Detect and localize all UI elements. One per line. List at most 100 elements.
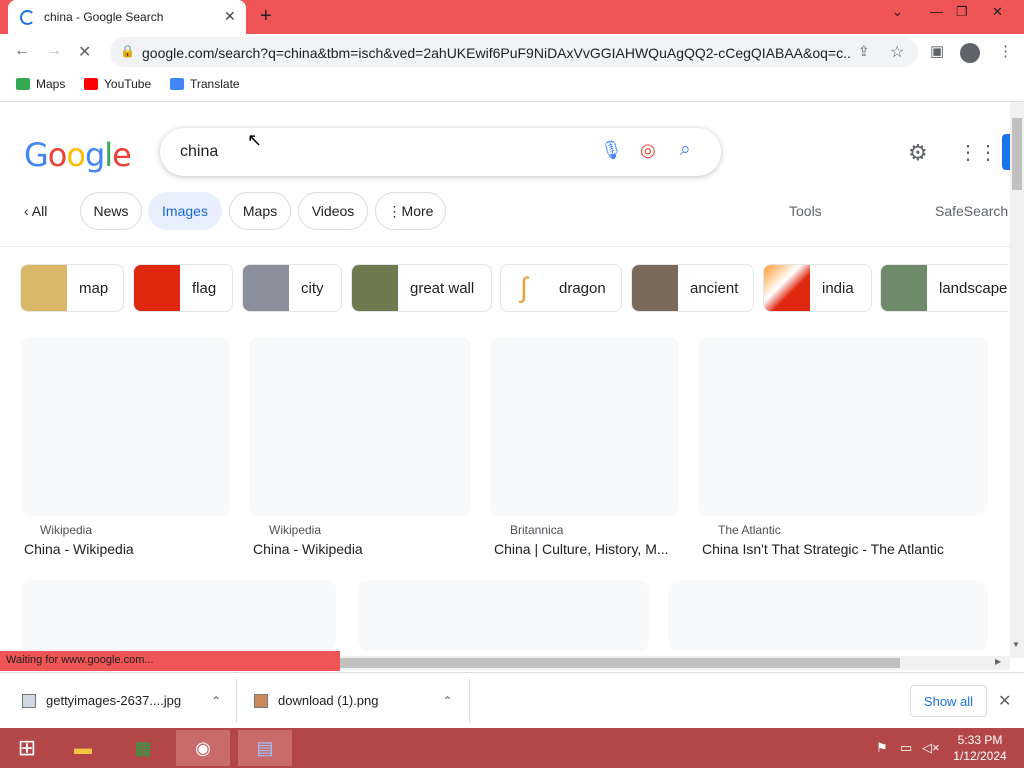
filter-news[interactable]: News bbox=[80, 192, 142, 230]
result-image[interactable] bbox=[249, 337, 471, 516]
result-title[interactable]: China - Wikipedia bbox=[24, 541, 230, 557]
bookmark-maps[interactable]: Maps bbox=[16, 77, 65, 91]
result-source[interactable]: The Atlantic bbox=[718, 523, 781, 537]
bookmark-translate[interactable]: Translate bbox=[170, 77, 240, 91]
suggestion-chip-dragon[interactable]: ∫ dragon bbox=[500, 264, 622, 312]
network-icon[interactable]: ▭ bbox=[900, 740, 912, 756]
logo-letter: g bbox=[84, 136, 105, 174]
result-source[interactable]: Britannica bbox=[510, 523, 563, 537]
store-icon[interactable]: ▦ bbox=[116, 730, 170, 766]
tab-active[interactable]: china - Google Search ✕ bbox=[8, 0, 246, 34]
image-file-icon bbox=[22, 693, 36, 708]
control-panel-icon[interactable]: ▤ bbox=[238, 730, 292, 766]
restore-button[interactable]: ❐ bbox=[956, 4, 968, 20]
url-text[interactable]: google.com/search?q=china&tbm=isch&ved=2… bbox=[142, 45, 852, 61]
logo-letter: l bbox=[104, 136, 113, 174]
flag-icon[interactable]: ⚑ bbox=[876, 740, 888, 756]
forward-icon[interactable]: → bbox=[46, 42, 62, 60]
bookmark-star-icon[interactable]: ☆ bbox=[890, 42, 904, 62]
result-image[interactable] bbox=[358, 580, 649, 651]
search-icon[interactable]: ⌕ bbox=[680, 139, 691, 161]
microphone-icon[interactable]: 🎙 bbox=[600, 140, 623, 161]
suggestion-thumbnail bbox=[134, 265, 180, 311]
suggestion-chip-city[interactable]: city bbox=[242, 264, 342, 312]
minimize-button[interactable]: — bbox=[930, 4, 943, 19]
bookmarks-bar: Maps YouTube Translate bbox=[0, 70, 1024, 102]
filter-all[interactable]: ‹ All bbox=[24, 203, 47, 219]
title-bar: china - Google Search ✕ + ⌄ — ❐ ✕ bbox=[0, 0, 1024, 34]
bookmark-label: Maps bbox=[36, 77, 66, 91]
scroll-down-arrow-icon[interactable]: ▼ bbox=[1012, 640, 1020, 649]
new-tab-button[interactable]: + bbox=[260, 5, 272, 28]
google-lens-icon[interactable]: ◎ bbox=[640, 140, 656, 161]
result-title[interactable]: China | Culture, History, M... bbox=[494, 541, 679, 557]
scroll-right-arrow-icon[interactable]: ▶ bbox=[995, 657, 1001, 666]
filter-images[interactable]: Images bbox=[148, 192, 222, 230]
maps-icon bbox=[16, 78, 30, 90]
close-shelf-icon[interactable]: ✕ bbox=[998, 691, 1011, 711]
suggestion-chip-landscape[interactable]: landscape bbox=[880, 264, 1008, 312]
google-logo[interactable]: Google bbox=[24, 136, 132, 174]
suggestion-chip-ancient[interactable]: ancient bbox=[631, 264, 754, 312]
suggestion-thumbnail bbox=[21, 265, 67, 311]
suggestion-chip-flag[interactable]: flag bbox=[133, 264, 233, 312]
search-box[interactable]: china 🎙 ◎ ⌕ bbox=[160, 128, 721, 176]
result-source[interactable]: Wikipedia bbox=[269, 523, 321, 537]
download-item[interactable]: gettyimages-2637....jpg ⌃ bbox=[22, 693, 221, 708]
result-image[interactable] bbox=[668, 580, 988, 651]
filter-label: All bbox=[31, 203, 48, 219]
result-image[interactable] bbox=[21, 580, 336, 651]
filter-videos[interactable]: Videos bbox=[298, 192, 368, 230]
suggestion-chip-map[interactable]: map bbox=[20, 264, 124, 312]
image-file-icon bbox=[254, 693, 268, 708]
suggestion-label: flag bbox=[192, 279, 217, 297]
share-icon[interactable]: ⇪ bbox=[858, 43, 870, 60]
volume-muted-icon[interactable]: ◁× bbox=[922, 740, 940, 756]
chevron-up-icon[interactable]: ⌃ bbox=[442, 694, 452, 708]
lock-icon[interactable]: 🔒 bbox=[120, 44, 135, 58]
suggestion-chip-great-wall[interactable]: great wall bbox=[351, 264, 492, 312]
close-window-button[interactable]: ✕ bbox=[992, 4, 1003, 20]
filter-more[interactable]: ⋮ More bbox=[375, 192, 446, 230]
more-dots-icon: ⋮ bbox=[387, 202, 402, 219]
result-source[interactable]: Wikipedia bbox=[40, 523, 92, 537]
download-item[interactable]: download (1).png ⌃ bbox=[254, 693, 453, 708]
result-image[interactable] bbox=[490, 337, 679, 516]
show-all-button[interactable]: Show all bbox=[910, 685, 987, 717]
file-explorer-icon[interactable]: ▬ bbox=[56, 730, 110, 766]
taskbar: ⊞ ▬ ▦ ◉ ▤ ⚑ ▭ ◁× 5:33 PM 1/12/2024 bbox=[0, 728, 1024, 768]
menu-kebab-icon[interactable]: ⋮ bbox=[998, 42, 1013, 60]
result-title[interactable]: China - Wikipedia bbox=[253, 541, 471, 557]
logo-letter: G bbox=[24, 136, 49, 174]
result-title[interactable]: China Isn't That Strategic - The Atlanti… bbox=[702, 541, 988, 557]
settings-gear-icon[interactable]: ⚙ bbox=[908, 140, 928, 166]
suggestion-thumbnail bbox=[881, 265, 927, 311]
profile-avatar[interactable] bbox=[960, 43, 980, 63]
tab-close-icon[interactable]: ✕ bbox=[224, 8, 236, 25]
stop-icon[interactable]: ✕ bbox=[78, 42, 91, 62]
suggestion-thumbnail bbox=[632, 265, 678, 311]
back-icon[interactable]: ← bbox=[14, 42, 30, 60]
result-image[interactable] bbox=[698, 337, 988, 516]
tab-search-icon[interactable]: ⌄ bbox=[892, 4, 903, 20]
tools-button[interactable]: Tools bbox=[789, 203, 822, 219]
safesearch-button[interactable]: SafeSearch bbox=[935, 203, 1008, 219]
windows-start-icon[interactable]: ⊞ bbox=[0, 730, 54, 766]
system-clock[interactable]: 5:33 PM 1/12/2024 bbox=[948, 732, 1012, 764]
chevron-up-icon[interactable]: ⌃ bbox=[211, 694, 221, 708]
address-bar[interactable]: 🔒 google.com/search?q=china&tbm=isch&ved… bbox=[110, 37, 918, 67]
chrome-icon[interactable]: ◉ bbox=[176, 730, 230, 766]
horizontal-scroll-thumb[interactable] bbox=[338, 658, 900, 668]
search-input[interactable]: china bbox=[180, 143, 218, 161]
bookmark-youtube[interactable]: YouTube bbox=[84, 77, 151, 91]
vertical-scroll-thumb[interactable] bbox=[1012, 118, 1022, 190]
result-image[interactable] bbox=[21, 337, 230, 516]
suggestion-thumbnail bbox=[352, 265, 398, 311]
side-panel-icon[interactable]: ▣ bbox=[930, 42, 944, 60]
loading-spinner-icon bbox=[20, 10, 35, 25]
logo-letter: e bbox=[112, 136, 132, 174]
filter-maps[interactable]: Maps bbox=[229, 192, 291, 230]
suggestion-chip-india[interactable]: india bbox=[763, 264, 872, 312]
download-filename: download (1).png bbox=[278, 693, 379, 708]
chevron-left-icon: ‹ bbox=[24, 203, 32, 219]
